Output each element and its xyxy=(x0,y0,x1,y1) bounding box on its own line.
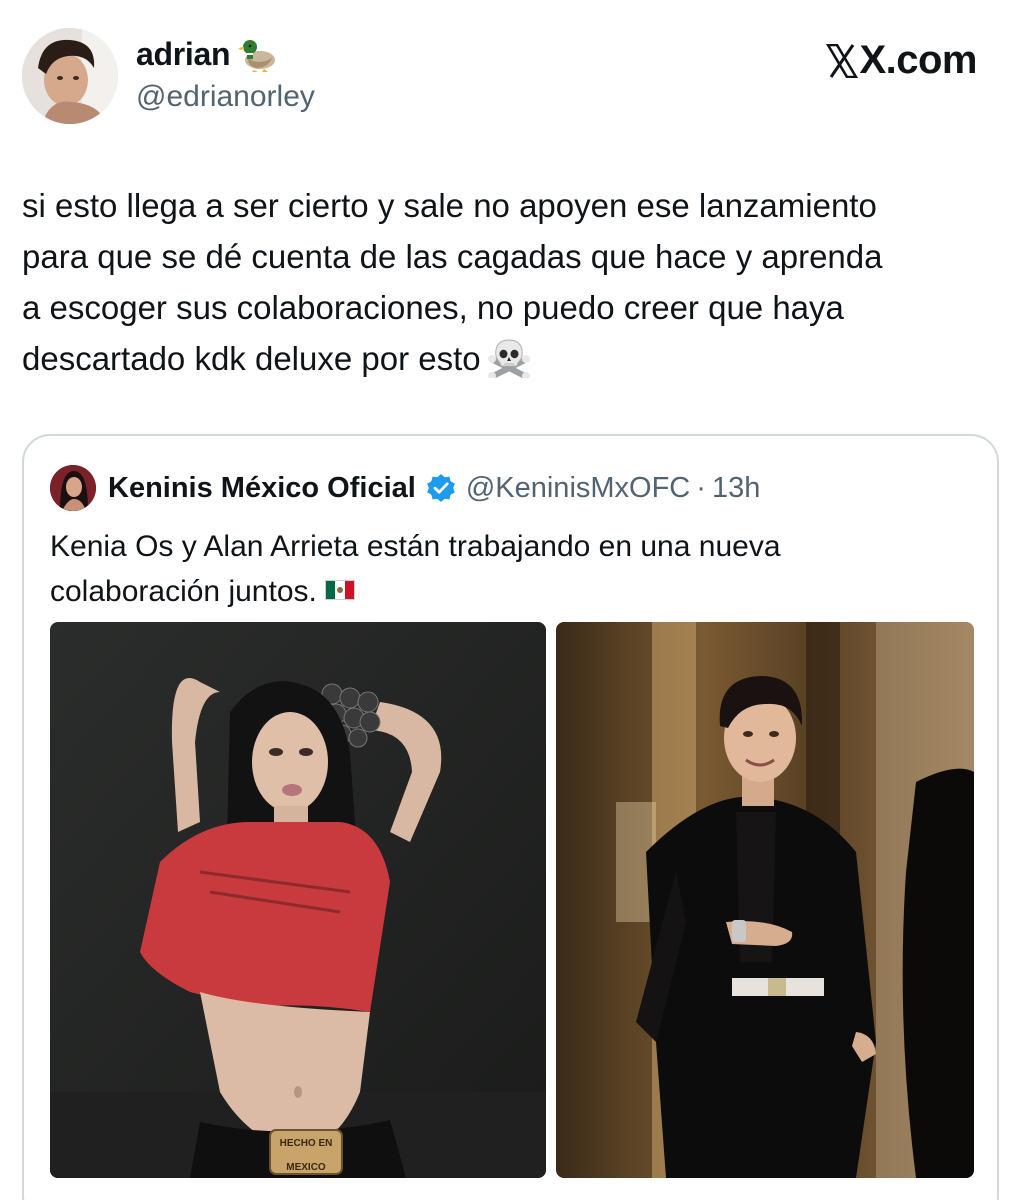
tweet-screenshot: adrian @edrianorley X.com si esto llega … xyxy=(0,0,1021,1200)
photo-man-black-suit-icon xyxy=(556,622,974,1178)
quoted-tweet-card[interactable]: Keninis México Oficial @KeninisMxOFC · 1… xyxy=(22,434,999,1200)
quoted-author-handle[interactable]: @KeninisMxOFC xyxy=(466,472,690,505)
quoted-author-avatar[interactable] xyxy=(50,465,96,511)
mexico-flag-icon xyxy=(324,580,355,600)
meta-separator: · xyxy=(696,471,706,504)
verified-badge-icon xyxy=(427,474,455,502)
quoted-avatar-photo-icon xyxy=(50,465,96,511)
author-name-row[interactable]: adrian xyxy=(136,36,278,73)
author-name[interactable]: adrian xyxy=(136,36,231,73)
quoted-tweet-text: Kenia Os y Alan Arrieta están trabajando… xyxy=(50,524,970,614)
skull-and-crossbones-icon xyxy=(487,339,530,378)
belt-text-2: MEXICO xyxy=(286,1162,326,1173)
belt-text-1: HECHO EN xyxy=(280,1138,333,1149)
x-logo-icon xyxy=(826,43,859,78)
quoted-tweet-time[interactable]: 13h xyxy=(712,472,760,505)
quoted-tweet-body: Kenia Os y Alan Arrieta están trabajando… xyxy=(50,530,781,608)
quoted-media-photo-1[interactable]: HECHO EN MEXICO xyxy=(50,622,546,1178)
quoted-media-photo-2[interactable] xyxy=(556,622,974,1178)
duck-emoji-icon xyxy=(238,39,276,72)
quoted-author-name[interactable]: Keninis México Oficial xyxy=(108,472,416,505)
avatar-photo-icon xyxy=(22,28,118,124)
brand-logo: X.com xyxy=(826,38,977,83)
author-handle[interactable]: @edrianorley xyxy=(136,80,315,114)
tweet-body: si esto llega a ser cierto y sale no apo… xyxy=(22,187,883,377)
brand-domain: X.com xyxy=(859,38,977,82)
author-avatar[interactable] xyxy=(22,28,118,124)
photo-woman-red-top-icon: HECHO EN MEXICO xyxy=(50,622,546,1178)
quoted-tweet-header: Keninis México Oficial @KeninisMxOFC · 1… xyxy=(50,464,760,512)
tweet-text: si esto llega a ser cierto y sale no apo… xyxy=(22,180,997,384)
